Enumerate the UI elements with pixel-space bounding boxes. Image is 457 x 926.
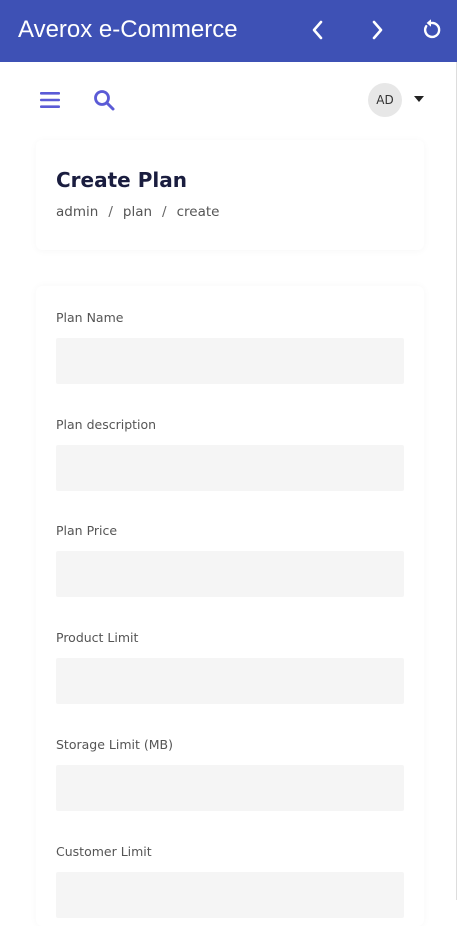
- menu-button[interactable]: [37, 87, 63, 113]
- customer-limit-label: Customer Limit: [56, 844, 152, 859]
- breadcrumb-separator: /: [108, 204, 113, 220]
- app-bar: Averox e-Commerce: [0, 0, 457, 62]
- product-limit-input[interactable]: [56, 658, 404, 704]
- breadcrumb-item-create: create: [176, 204, 220, 220]
- breadcrumb-item-plan[interactable]: plan: [123, 204, 152, 220]
- plan-price-field: Plan Price: [56, 523, 404, 597]
- refresh-button[interactable]: [416, 15, 446, 45]
- caret-down-icon: [414, 96, 424, 102]
- search-icon: [94, 90, 115, 111]
- storage-limit-field: Storage Limit (MB): [56, 737, 404, 811]
- product-limit-label: Product Limit: [56, 630, 139, 645]
- plan-description-input[interactable]: [56, 445, 404, 491]
- plan-price-input[interactable]: [56, 551, 404, 597]
- plan-description-label: Plan description: [56, 417, 157, 432]
- avatar[interactable]: AD: [368, 83, 402, 117]
- plan-name-input[interactable]: [56, 338, 404, 384]
- breadcrumb-separator: /: [162, 204, 167, 220]
- refresh-icon: [423, 19, 441, 39]
- page-header-card: Create Plan admin / plan / create: [36, 140, 424, 250]
- chevron-left-icon: [312, 20, 323, 40]
- storage-limit-input[interactable]: [56, 765, 404, 811]
- forward-button[interactable]: [362, 15, 392, 45]
- storage-limit-label: Storage Limit (MB): [56, 737, 173, 752]
- page-title: Create Plan: [56, 168, 187, 192]
- plan-name-label: Plan Name: [56, 310, 124, 325]
- page-content: AD Create Plan admin / plan / create Pla…: [0, 62, 457, 926]
- app-title: Averox e-Commerce: [18, 16, 238, 43]
- avatar-initials: AD: [376, 93, 394, 107]
- chevron-right-icon: [372, 20, 383, 40]
- create-plan-form: Plan Name Plan description Plan Price Pr…: [36, 286, 424, 926]
- plan-name-field: Plan Name: [56, 310, 404, 384]
- account-dropdown-toggle[interactable]: [413, 93, 425, 105]
- search-button[interactable]: [91, 87, 117, 113]
- product-limit-field: Product Limit: [56, 630, 404, 704]
- plan-price-label: Plan Price: [56, 523, 118, 538]
- back-button[interactable]: [303, 15, 333, 45]
- breadcrumb: admin / plan / create: [56, 204, 219, 220]
- customer-limit-input[interactable]: [56, 872, 404, 918]
- breadcrumb-item-admin[interactable]: admin: [56, 204, 98, 220]
- plan-description-field: Plan description: [56, 417, 404, 491]
- customer-limit-field: Customer Limit: [56, 844, 404, 918]
- hamburger-menu-icon: [40, 92, 60, 108]
